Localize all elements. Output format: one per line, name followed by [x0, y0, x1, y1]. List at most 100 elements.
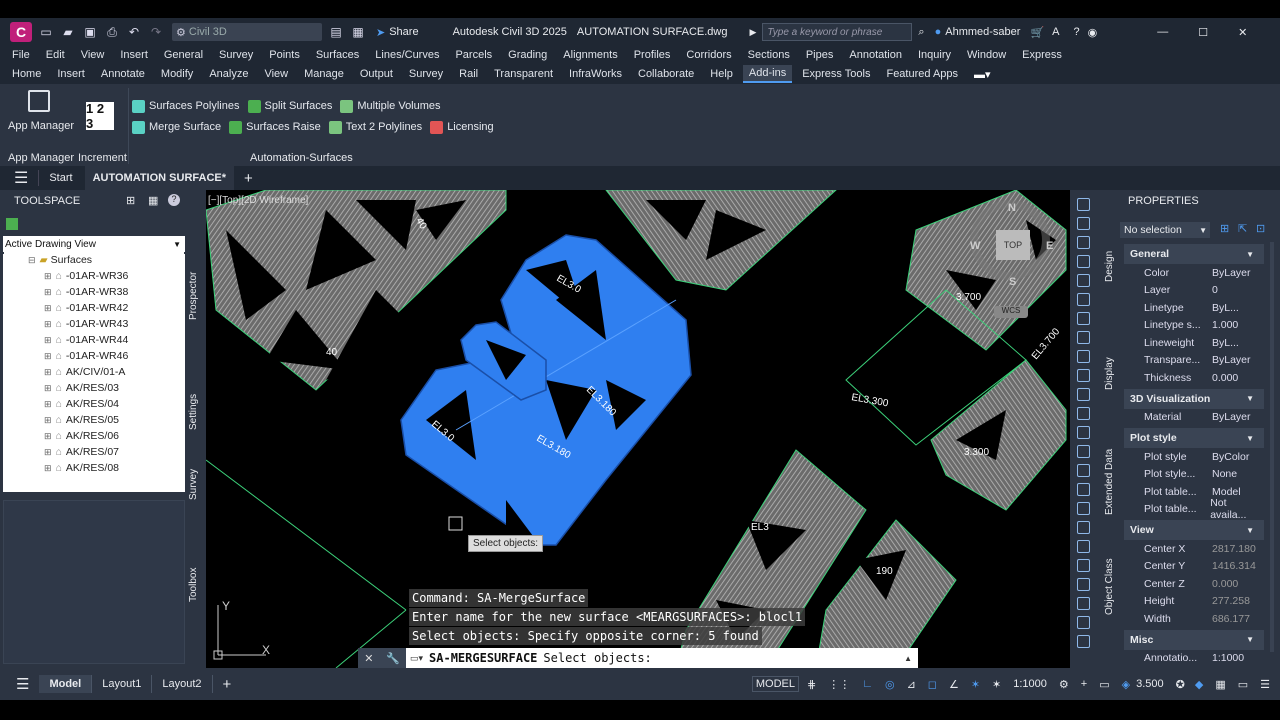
- nav-tool-icon[interactable]: [1077, 331, 1090, 344]
- folder-icon[interactable]: ▤: [328, 24, 344, 40]
- property-row[interactable]: Lineweight ByL...: [1124, 334, 1264, 352]
- tree-item[interactable]: ⊞ ⌂ AK/RES/04: [4, 396, 184, 412]
- plus-icon[interactable]: +: [244, 170, 253, 187]
- tab-extended-data[interactable]: Extended Data: [1104, 449, 1115, 515]
- surface-block-top-left[interactable]: [206, 190, 507, 391]
- tab-rail[interactable]: Rail: [459, 68, 478, 80]
- nav-tool-icon[interactable]: [1077, 540, 1090, 553]
- snap-icon[interactable]: ⋮⋮: [828, 678, 850, 691]
- tab-transparent[interactable]: Transparent: [494, 68, 553, 80]
- fullscreen-icon[interactable]: ▭: [1238, 678, 1248, 691]
- ortho-icon[interactable]: ∟: [862, 678, 873, 690]
- app-logo[interactable]: C: [10, 22, 32, 42]
- property-row[interactable]: Plot style ByColor: [1124, 448, 1264, 466]
- tab-annotate[interactable]: Annotate: [101, 68, 145, 80]
- menu-item-insert[interactable]: Insert: [120, 49, 148, 61]
- menu-item-linescurves[interactable]: Lines/Curves: [375, 49, 439, 61]
- grid-icon[interactable]: ▦: [148, 194, 158, 207]
- tab-infraworks[interactable]: InfraWorks: [569, 68, 622, 80]
- tree-item[interactable]: ⊞ ⌂ AK/RES/05: [4, 412, 184, 428]
- share-button[interactable]: Share: [389, 26, 418, 38]
- ribbon-btn-split-surfaces[interactable]: Split Surfaces: [247, 97, 332, 115]
- ribbon-btn-surfaces-polylines[interactable]: Surfaces Polylines: [132, 97, 240, 115]
- select-objects-icon[interactable]: ⇱: [1238, 222, 1247, 235]
- property-row[interactable]: Linetype ByL...: [1124, 299, 1264, 317]
- annotation-visibility-icon[interactable]: ✶: [971, 678, 980, 691]
- app-manager-button[interactable]: App Manager: [8, 90, 74, 132]
- ribbon-btn-merge-surface[interactable]: Merge Surface: [132, 118, 221, 136]
- menu-item-window[interactable]: Window: [967, 49, 1006, 61]
- drawing-canvas[interactable]: EL3.0 EL3.0 EL3.180 EL3.180 EL3.300 3.70…: [206, 190, 1070, 668]
- property-row[interactable]: Center Y 1416.314: [1124, 558, 1264, 576]
- plus-icon[interactable]: +: [1081, 678, 1087, 690]
- layout-tab-layout1[interactable]: Layout1: [92, 675, 153, 693]
- nav-tool-icon[interactable]: [1077, 597, 1090, 610]
- property-row[interactable]: Plot table... Not availa...: [1124, 497, 1264, 521]
- chat-icon[interactable]: ◉: [1088, 26, 1098, 39]
- ribbon-btn-licensing[interactable]: Licensing: [430, 118, 494, 136]
- menu-item-parcels[interactable]: Parcels: [455, 49, 492, 61]
- nav-tool-icon[interactable]: [1077, 388, 1090, 401]
- pickadd-icon[interactable]: ⊡: [1256, 222, 1265, 235]
- section-view[interactable]: View ▼: [1124, 520, 1264, 540]
- workspace-select[interactable]: ⚙ Civil 3D: [172, 23, 322, 41]
- cart-icon[interactable]: 🛒: [1030, 26, 1044, 39]
- compass-s[interactable]: S: [1009, 276, 1016, 288]
- nav-tool-icon[interactable]: [1077, 236, 1090, 249]
- elevation-value[interactable]: 3.500: [1136, 678, 1164, 690]
- save-as-icon[interactable]: ▦: [350, 24, 366, 40]
- nav-tool-icon[interactable]: [1077, 616, 1090, 629]
- gear-icon[interactable]: ⚙: [1059, 678, 1069, 691]
- undo-icon[interactable]: ↶: [126, 24, 142, 40]
- nav-tool-icon[interactable]: [1077, 407, 1090, 420]
- minimize-icon[interactable]: —: [1157, 26, 1168, 38]
- tree-item[interactable]: ⊞ ⌂ AK/RES/06: [4, 428, 184, 444]
- property-row[interactable]: Thickness 0.000: [1124, 369, 1264, 387]
- quick-select-icon[interactable]: ⊞: [1220, 222, 1229, 235]
- maximize-icon[interactable]: ☐: [1198, 26, 1208, 39]
- user-name[interactable]: Ahmmed-saber: [945, 26, 1020, 38]
- tab-collaborate[interactable]: Collaborate: [638, 68, 694, 80]
- tab-automation-surface[interactable]: AUTOMATION SURFACE*: [84, 166, 235, 190]
- menu-item-alignments[interactable]: Alignments: [563, 49, 617, 61]
- surface-block-top-center[interactable]: [605, 190, 837, 291]
- tab-addins[interactable]: Add-ins: [742, 65, 793, 83]
- hamburger-icon[interactable]: ☰: [16, 675, 29, 693]
- close-icon[interactable]: ✕: [1238, 26, 1247, 39]
- tab-featuredapps[interactable]: Featured Apps: [886, 68, 958, 80]
- tab-survey[interactable]: Survey: [409, 68, 443, 80]
- autodesk-a-icon[interactable]: A: [1052, 26, 1059, 38]
- model-space-button[interactable]: MODEL: [751, 676, 799, 692]
- nav-tool-icon[interactable]: [1077, 369, 1090, 382]
- tab-start[interactable]: Start: [49, 172, 72, 184]
- nav-tool-icon[interactable]: [1077, 578, 1090, 591]
- section-misc[interactable]: Misc ▼: [1124, 629, 1264, 650]
- property-row[interactable]: Material ByLayer: [1124, 409, 1264, 427]
- layout-tab-model[interactable]: Model: [39, 675, 93, 693]
- units-icon[interactable]: ▭: [1099, 678, 1109, 691]
- tab-expresstools[interactable]: Express Tools: [802, 68, 870, 80]
- compass-w[interactable]: W: [970, 240, 980, 252]
- tab-analyze[interactable]: Analyze: [209, 68, 248, 80]
- menu-item-edit[interactable]: Edit: [46, 49, 65, 61]
- property-row[interactable]: Transpare... ByLayer: [1124, 352, 1264, 370]
- wrench-icon[interactable]: 🔧: [386, 652, 400, 665]
- view-select[interactable]: Active Drawing View ▼: [3, 236, 185, 252]
- osnap-icon[interactable]: ◻: [928, 678, 937, 691]
- isolate-icon[interactable]: ▦: [1215, 678, 1225, 691]
- command-icon[interactable]: ▭▾: [410, 653, 423, 664]
- tab-help[interactable]: Help: [710, 68, 733, 80]
- tab-object-class[interactable]: Object Class: [1104, 558, 1115, 615]
- command-line[interactable]: ✕ 🔧 ▭▾ SA-MERGESURFACE Select objects: ▲: [358, 648, 918, 668]
- menu-item-profiles[interactable]: Profiles: [634, 49, 671, 61]
- compass-e[interactable]: E: [1046, 240, 1053, 252]
- help-icon[interactable]: ?: [168, 194, 180, 206]
- section-3d-visualization[interactable]: 3D Visualization ▼: [1124, 388, 1264, 409]
- nav-tool-icon[interactable]: [1077, 483, 1090, 496]
- property-row[interactable]: Layer 0: [1124, 282, 1264, 300]
- chevron-right-icon[interactable]: ▶: [749, 27, 756, 38]
- tree-root-surfaces[interactable]: ⊟ ▰ Surfaces: [4, 252, 184, 268]
- layer-icon[interactable]: ◈: [1122, 678, 1130, 691]
- plus-icon[interactable]: +: [223, 676, 232, 693]
- menu-item-points[interactable]: Points: [269, 49, 300, 61]
